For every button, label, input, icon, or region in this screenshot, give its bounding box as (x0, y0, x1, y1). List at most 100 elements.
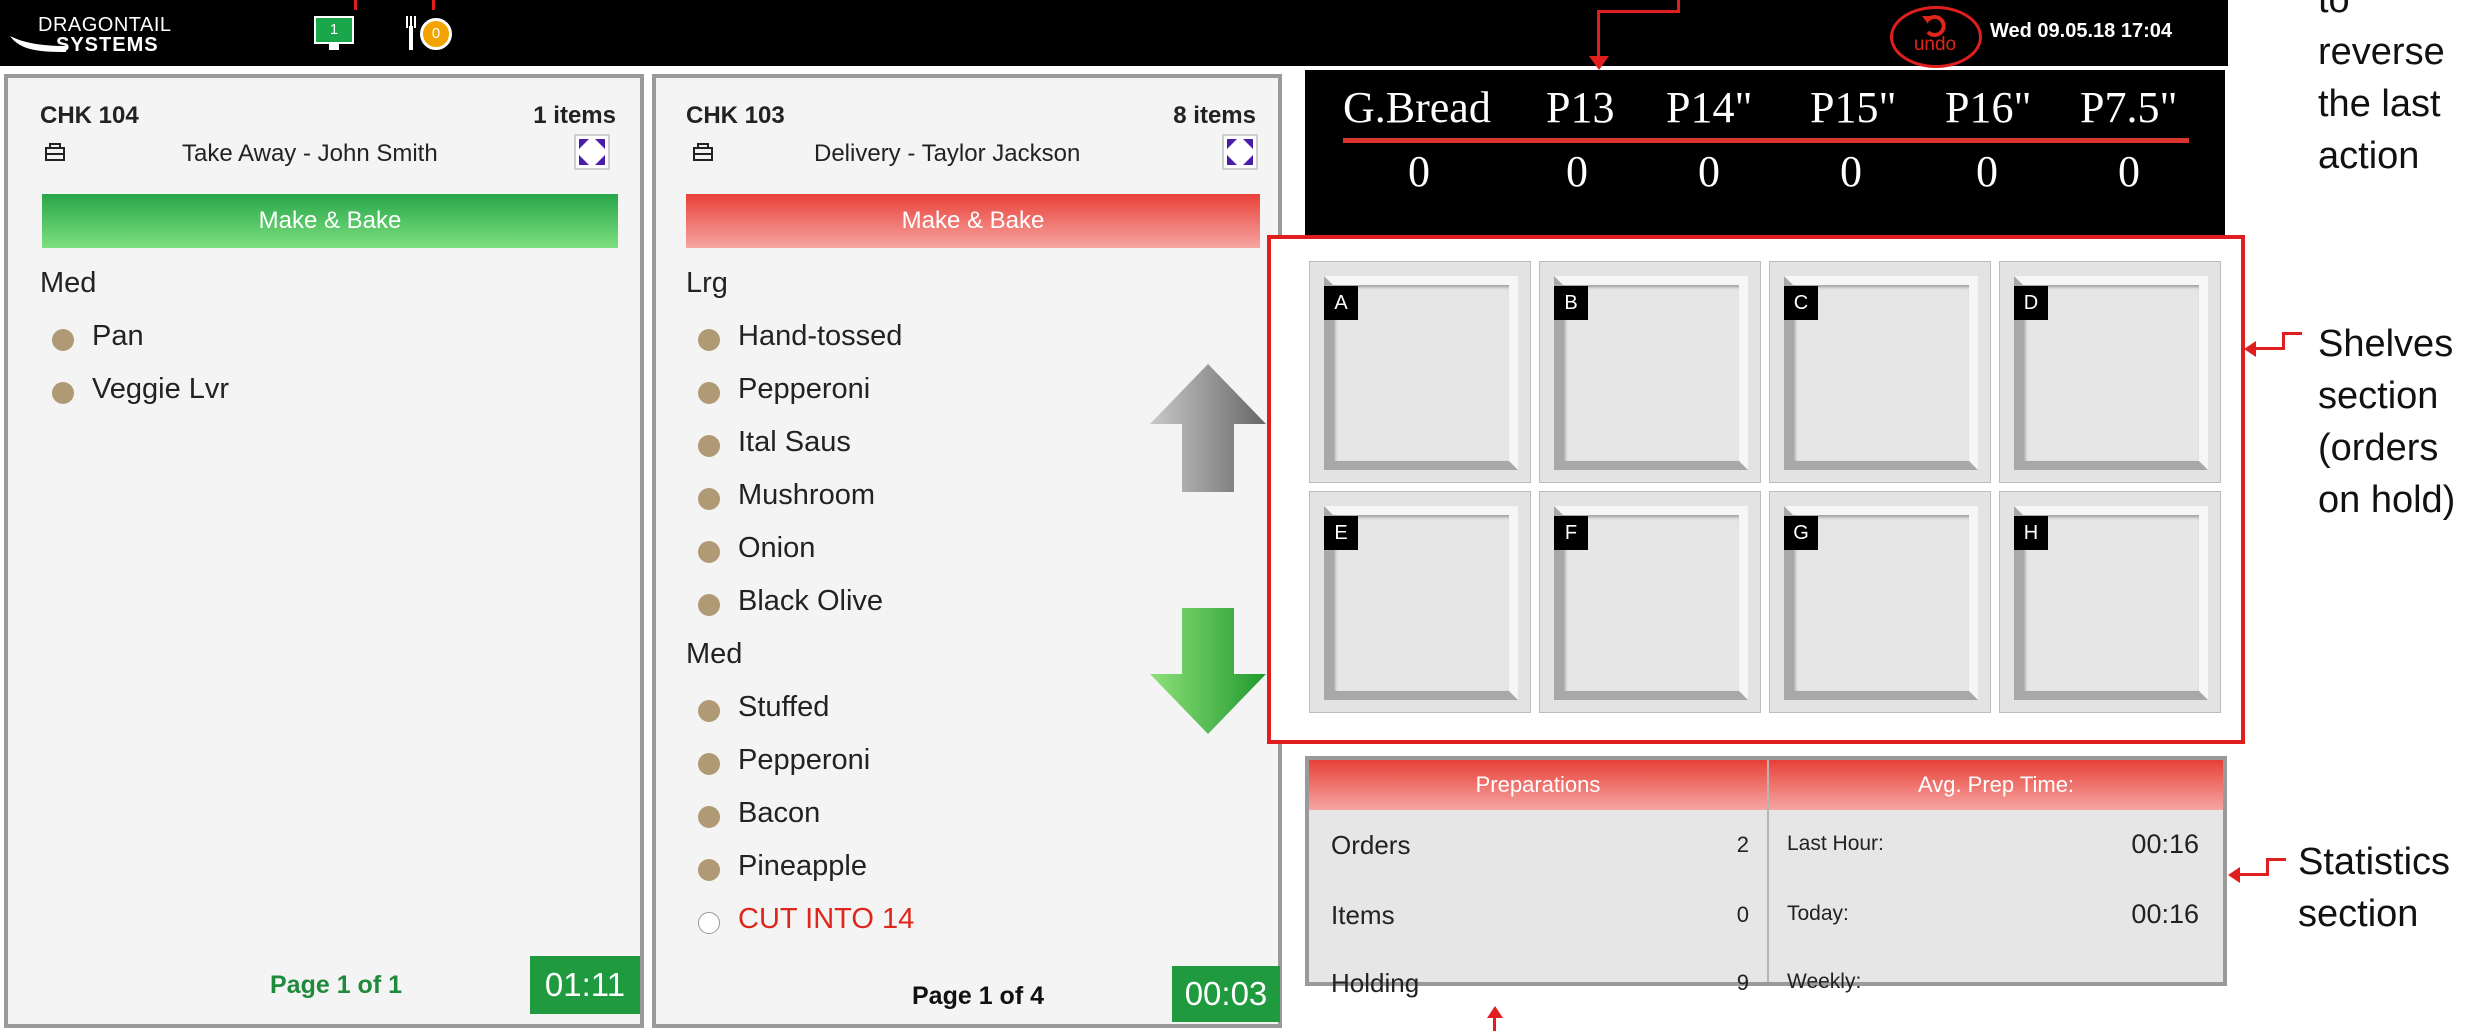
expand-button[interactable] (1222, 134, 1258, 170)
statistics-callout: Statistics section (2298, 841, 2451, 935)
list-item[interactable]: Stuffed (686, 691, 829, 724)
delivery-bag-icon (693, 143, 713, 161)
annotation-line (2238, 873, 2268, 876)
annotation-line (1597, 10, 1680, 13)
check-number: CHK 104 (40, 102, 139, 129)
preparations-header: Preparations (1309, 760, 1767, 810)
shelf-d[interactable]: D (1999, 261, 2221, 483)
order-timer: 01:11 (530, 956, 640, 1014)
list-item[interactable]: Bacon (686, 797, 820, 830)
count-header: P7.5" (2080, 83, 2178, 132)
shelf-a[interactable]: A (1309, 261, 1531, 483)
shelf-f[interactable]: F (1539, 491, 1761, 713)
count-value: 0 (1698, 147, 1720, 196)
avg-prep-time-header: Avg. Prep Time: (1769, 760, 2223, 810)
annotation-arrow (2228, 867, 2240, 883)
annotation-line (2254, 347, 2284, 350)
count-header: P13 (1546, 83, 1615, 132)
monitor-badge: 1 (329, 21, 339, 38)
item-count: 1 items (533, 102, 616, 129)
check-number: CHK 103 (686, 102, 785, 129)
shelves-callout: Shelves section (orders on hold) (2318, 323, 2456, 521)
expand-icon (579, 139, 605, 165)
count-header: P14" (1666, 83, 1753, 132)
stat-value: 9 (1736, 970, 1749, 995)
station-bar[interactable]: Make & Bake (686, 194, 1260, 248)
shelf-g[interactable]: G (1769, 491, 1991, 713)
stat-value: 2 (1736, 832, 1749, 857)
annotation-line (2282, 332, 2302, 335)
monitor-button[interactable]: 1 (314, 16, 354, 52)
shelf-c[interactable]: C (1769, 261, 1991, 483)
list-item[interactable]: Pan (40, 320, 144, 353)
page-indicator: Page 1 of 4 (912, 982, 1044, 1010)
annotation-arrow (2244, 341, 2256, 357)
avg-label: Weekly: (1787, 970, 1862, 993)
count-value: 0 (1408, 147, 1430, 196)
count-value: 0 (1566, 147, 1588, 196)
count-divider (1343, 138, 2189, 143)
annotation-line (2266, 858, 2286, 861)
statistics-section: Preparations Avg. Prep Time: Orders 2 It… (1305, 756, 2227, 998)
avg-label: Last Hour: (1787, 832, 1884, 855)
list-item[interactable]: Ital Saus (686, 426, 851, 459)
monitor-icon: 1 (314, 16, 354, 44)
list-item[interactable]: Black Olive (686, 585, 883, 618)
scroll-down-arrow-icon[interactable] (1150, 608, 1266, 734)
shelf-e[interactable]: E (1309, 491, 1531, 713)
size-group-label: Med (40, 267, 97, 299)
annotation-line (1493, 1016, 1496, 1031)
stat-label: Items (1331, 900, 1395, 930)
shelf-b[interactable]: B (1539, 261, 1761, 483)
avg-value: 00:16 (2131, 829, 2199, 859)
undo-callout: to reverse the last action (2318, 0, 2445, 177)
order-panel-chk-104[interactable]: CHK 104 1 items Take Away - John Smith M… (4, 74, 644, 1028)
list-item[interactable]: Pepperoni (686, 744, 870, 777)
product-count-board: G.Bread P13 P14" P15" P16" P7.5" 0 0 0 0… (1305, 70, 2225, 242)
list-item[interactable]: Veggie Lvr (40, 373, 229, 406)
size-group-label: Lrg (686, 267, 728, 299)
list-item[interactable]: Pineapple (686, 850, 867, 883)
logo-line2: SYSTEMS (56, 34, 159, 56)
served-orders-button[interactable]: 0 (404, 14, 456, 54)
avg-value: 00:16 (2131, 899, 2199, 929)
order-type: Take Away - John Smith (182, 140, 438, 167)
list-item[interactable]: Hand-tossed (686, 320, 902, 353)
list-item[interactable]: Onion (686, 532, 815, 565)
annotation-line (354, 0, 357, 10)
count-value: 0 (2118, 147, 2140, 196)
count-value: 0 (1976, 147, 1998, 196)
plates-badge: 0 (420, 18, 452, 50)
station-bar[interactable]: Make & Bake (42, 194, 618, 248)
fork-knife-icon (406, 16, 416, 50)
expand-button[interactable] (574, 134, 610, 170)
scroll-up-arrow-icon[interactable] (1150, 364, 1266, 492)
list-item[interactable]: Pepperoni (686, 373, 870, 406)
list-item[interactable]: Mushroom (686, 479, 875, 512)
dragontail-logo: DRAGONTAIL SYSTEMS (8, 10, 182, 58)
order-panel-chk-103[interactable]: CHK 103 8 items Delivery - Taylor Jackso… (652, 74, 1282, 1028)
shelves-section: A B C D E F G H (1267, 235, 2245, 744)
undo-highlight (1890, 6, 1982, 68)
stat-label: Holding (1331, 968, 1420, 998)
stat-label: Orders (1331, 830, 1411, 860)
takeaway-bag-icon (45, 143, 65, 161)
count-header: P15" (1810, 83, 1897, 132)
modifier-item[interactable]: CUT INTO 14 (686, 903, 914, 936)
order-type: Delivery - Taylor Jackson (814, 140, 1081, 167)
stat-value: 0 (1736, 902, 1749, 927)
annotation-line (1597, 10, 1600, 60)
size-group-label: Med (686, 638, 743, 670)
order-timer: 00:03 (1172, 966, 1280, 1022)
annotation-arrow (1589, 56, 1609, 70)
count-value: 0 (1840, 147, 1862, 196)
avg-label: Today: (1787, 902, 1849, 925)
count-header: P16" (1945, 83, 2032, 132)
expand-icon (1227, 139, 1253, 165)
date-time: Wed 09.05.18 17:04 (1990, 20, 2172, 42)
annotation-line (432, 0, 435, 10)
item-count: 8 items (1173, 102, 1256, 129)
shelf-h[interactable]: H (1999, 491, 2221, 713)
count-header: G.Bread (1343, 83, 1491, 132)
page-indicator: Page 1 of 1 (270, 971, 402, 999)
